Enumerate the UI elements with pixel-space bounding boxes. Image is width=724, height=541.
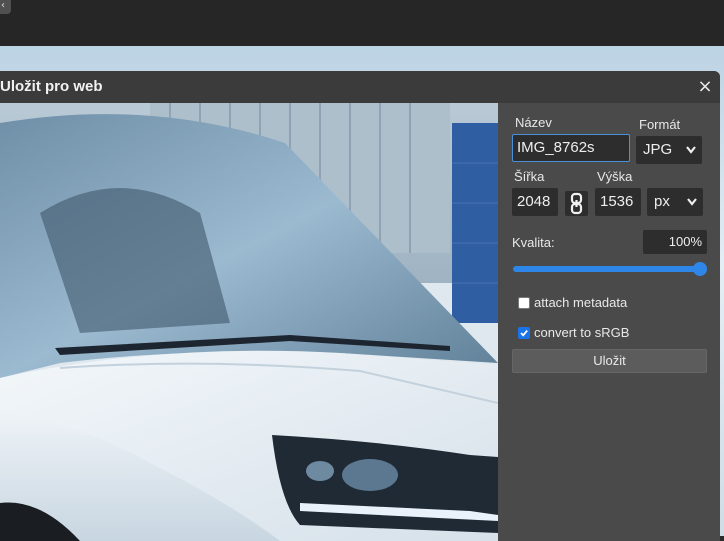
unit-select[interactable]: px [647, 188, 703, 216]
convert-srgb-label: convert to sRGB [534, 325, 630, 340]
save-for-web-dialog: Uložit pro web × Název Formát IMG_8762s … [0, 71, 720, 541]
link-chain-icon[interactable] [565, 191, 588, 216]
chevron-down-icon [685, 136, 697, 175]
height-input[interactable]: 1536 [595, 188, 641, 216]
convert-srgb-checkbox[interactable] [518, 327, 530, 339]
export-settings-panel: Název Formát IMG_8762s JPG Šířka Výška 2… [498, 103, 720, 541]
unit-select-value: px [654, 193, 670, 210]
quality-label: Kvalita: [512, 235, 555, 250]
dialog-title: Uložit pro web [0, 78, 103, 95]
filename-input[interactable]: IMG_8762s [512, 134, 630, 162]
blue-wall-panel [452, 123, 498, 323]
quality-value-input[interactable]: 100% [643, 230, 707, 254]
name-label: Název [515, 115, 552, 130]
checkmark-icon [520, 330, 528, 337]
width-label: Šířka [514, 169, 545, 184]
format-select[interactable]: JPG [636, 136, 702, 164]
corner-tab-glyph[interactable]: ‹ [0, 0, 11, 14]
app-top-bar: ‹ [0, 0, 724, 46]
format-select-value: JPG [643, 141, 673, 158]
save-button[interactable]: Uložit [512, 349, 707, 373]
quality-slider[interactable] [513, 266, 707, 272]
attach-metadata-label: attach metadata [534, 295, 628, 310]
close-icon[interactable]: × [694, 75, 716, 99]
height-label: Výška [597, 169, 633, 184]
image-preview [0, 103, 498, 541]
format-label: Formát [639, 117, 681, 132]
chevron-down-icon [686, 188, 698, 227]
dialog-header: Uložit pro web × [0, 71, 720, 103]
quality-slider-knob[interactable] [693, 262, 707, 276]
attach-metadata-checkbox[interactable] [518, 297, 530, 309]
width-input[interactable]: 2048 [512, 188, 558, 216]
car-preview-illustration [0, 103, 498, 541]
